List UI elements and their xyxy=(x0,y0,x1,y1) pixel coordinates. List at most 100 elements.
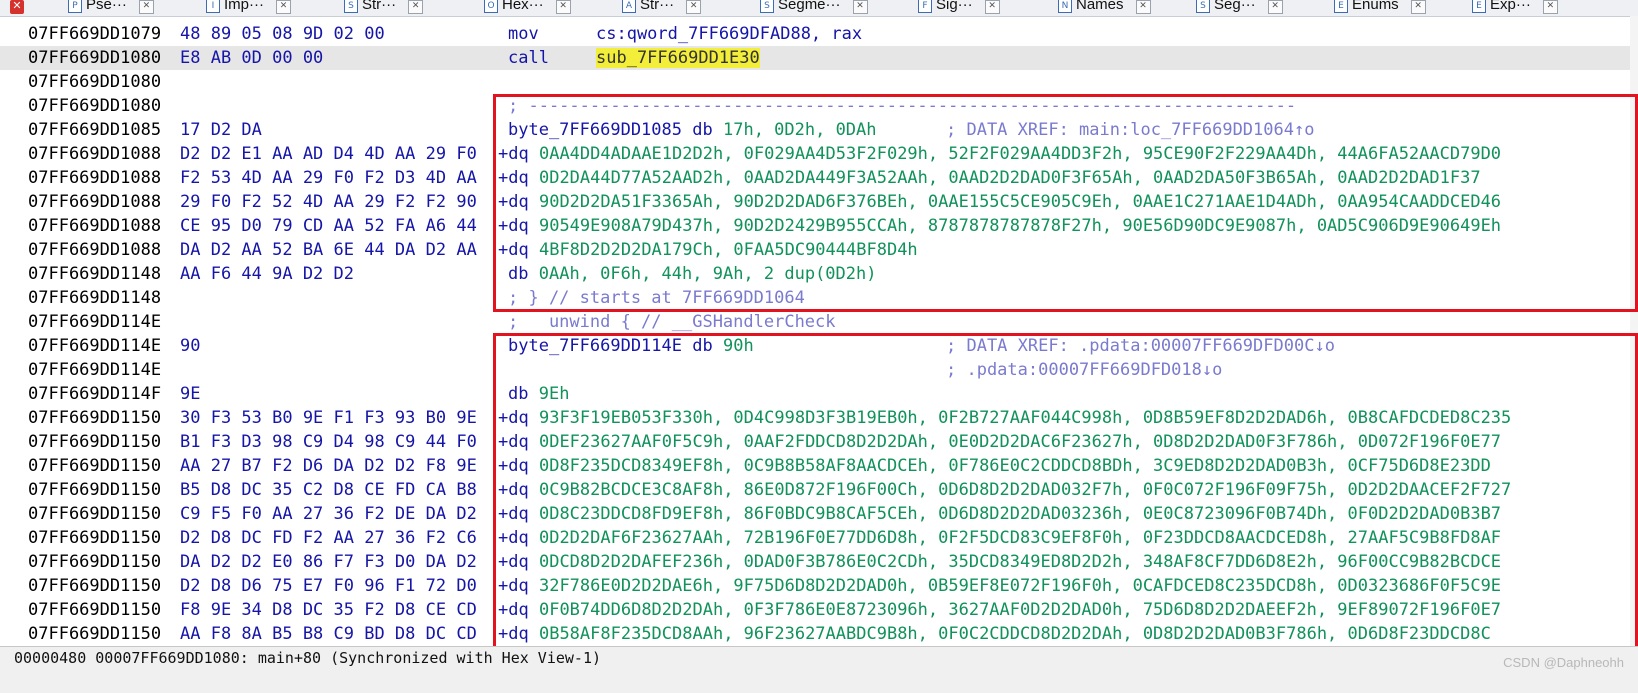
tab-close-icon[interactable]: ✕ xyxy=(555,0,571,14)
tab-label: Seg··· xyxy=(1214,0,1256,13)
tab-icon: E xyxy=(1334,0,1348,13)
listing-row[interactable]: 07FF669DD1148 ; } // starts at 7FF669DD10… xyxy=(0,286,1638,310)
listing-row[interactable]: 07FF669DD1088 CE 95 D0 79 CD AA 52 FA A6 … xyxy=(0,214,1638,238)
tab-label: Enums xyxy=(1352,0,1399,13)
opcode-bytes: DA D2 D2 E0 86 F7 F3 D0 DA D2 xyxy=(180,552,477,572)
listing-row[interactable]: 07FF669DD1150 DA D2 D2 E0 86 F7 F3 D0 DA … xyxy=(0,550,1638,574)
address[interactable]: 07FF669DD1079 xyxy=(28,22,161,46)
tab-4[interactable]: A Str··· ✕ xyxy=(622,0,702,16)
tab-close-icon[interactable]: ✕ xyxy=(276,0,291,14)
address[interactable]: 07FF669DD1088 xyxy=(28,190,161,214)
operands[interactable]: cs:qword_7FF669DFAD88, rax xyxy=(596,22,862,46)
listing-row[interactable]: 07FF669DD1150 B5 D8 DC 35 C2 D8 CE FD CA … xyxy=(0,478,1638,502)
listing-row[interactable]: 07FF669DD114E ; .pdata:00007FF669DFD018↓o xyxy=(0,358,1638,382)
address[interactable]: 07FF669DD1150 xyxy=(28,598,161,622)
highlighted-operand[interactable]: sub_7FF669DD1E30 xyxy=(596,48,760,68)
listing-row[interactable]: 07FF669DD114F 9E db 9Eh xyxy=(0,382,1638,406)
address[interactable]: 07FF669DD114E xyxy=(28,358,161,382)
address[interactable]: 07FF669DD1085 xyxy=(28,118,161,142)
operands[interactable]: sub_7FF669DD1E30 xyxy=(596,46,760,70)
tab-close-icon[interactable]: ✕ xyxy=(1410,0,1426,14)
listing-row[interactable]: 07FF669DD1080 xyxy=(0,70,1638,94)
listing-row[interactable]: 07FF669DD1150 D2 D8 D6 75 E7 F0 96 F1 72 … xyxy=(0,574,1638,598)
address[interactable]: 07FF669DD114F xyxy=(28,382,161,406)
tab-10[interactable]: E Exp··· ✕ xyxy=(1472,0,1558,16)
disassembly-view[interactable]: 07FF669DD1079 48 89 05 08 9D 02 00 mov cs:q… xyxy=(0,16,1638,646)
xref-comment[interactable]: ; DATA XREF: .pdata:00007FF669DFD00C↓o xyxy=(946,334,1335,358)
address[interactable]: 07FF669DD1088 xyxy=(28,166,161,190)
address[interactable]: 07FF669DD1080 xyxy=(28,94,161,118)
data-label[interactable]: byte_7FF669DD114E xyxy=(508,336,682,356)
listing-row[interactable]: 07FF669DD1080 ; -------------------------… xyxy=(0,94,1638,118)
tab-2[interactable]: S Str··· ✕ xyxy=(344,0,424,16)
data-directive: db xyxy=(508,264,529,284)
tab-9[interactable]: E Enums ✕ xyxy=(1334,0,1426,16)
address[interactable]: 07FF669DD1150 xyxy=(28,478,161,502)
address[interactable]: 07FF669DD114E xyxy=(28,310,161,334)
tab-close-icon[interactable]: ✕ xyxy=(1267,0,1283,14)
listing-row[interactable]: 07FF669DD1088 29 F0 F2 52 4D AA 29 F2 F2 … xyxy=(0,190,1638,214)
address[interactable]: 07FF669DD1148 xyxy=(28,286,161,310)
address[interactable]: 07FF669DD1150 xyxy=(28,526,161,550)
data-directive: +dq xyxy=(498,240,529,260)
data-directive: +dq xyxy=(498,504,529,524)
opcode-bytes: 17 D2 DA xyxy=(180,120,262,140)
address[interactable]: 07FF669DD1088 xyxy=(28,238,161,262)
listing-row[interactable]: 07FF669DD1088 F2 53 4D AA 29 F0 F2 D3 4D … xyxy=(0,166,1638,190)
vertical-scrollbar[interactable] xyxy=(1630,16,1638,646)
operand-text[interactable]: cs:qword_7FF669DFAD88, rax xyxy=(596,24,862,44)
listing-row[interactable]: 07FF669DD1079 48 89 05 08 9D 02 00 mov cs:q… xyxy=(0,22,1638,46)
listing-row[interactable]: 07FF669DD1150 30 F3 53 B0 9E F1 F3 93 B0 … xyxy=(0,406,1638,430)
listing-row[interactable]: 07FF669DD114E 90 byte_7FF669DD114E db 90h;… xyxy=(0,334,1638,358)
tab-close-icon[interactable]: ✕ xyxy=(686,0,702,14)
address[interactable]: 07FF669DD1080 xyxy=(28,46,161,70)
tab-close-icon[interactable]: ✕ xyxy=(138,0,154,14)
listing-row[interactable]: 07FF669DD1150 C9 F5 F0 AA 27 36 F2 DE DA … xyxy=(0,502,1638,526)
tab-5[interactable]: S Segme··· ✕ xyxy=(760,0,868,16)
tab-close-icon[interactable]: ✕ xyxy=(1542,0,1558,14)
listing-row[interactable]: 07FF669DD1150 AA 27 B7 F2 D6 DA D2 D2 F8 … xyxy=(0,454,1638,478)
tab-close-icon[interactable]: ✕ xyxy=(984,0,1000,14)
tab-1[interactable]: I Imp··· ✕ xyxy=(206,0,291,16)
listing-row[interactable]: 07FF669DD1150 F8 9E 34 D8 DC 35 F2 D8 CE … xyxy=(0,598,1638,622)
tab-8[interactable]: S Seg··· ✕ xyxy=(1196,0,1283,16)
close-icon[interactable]: ✕ xyxy=(10,0,24,14)
listing-row[interactable]: 07FF669DD1088 D2 D2 E1 AA AD D4 4D AA 29 … xyxy=(0,142,1638,166)
address[interactable]: 07FF669DD1088 xyxy=(28,142,161,166)
address[interactable]: 07FF669DD1150 xyxy=(28,430,161,454)
data-values: 0F0B74DD6D8D2D2DAh, 0F3F786E0E8723096h, … xyxy=(538,600,1502,620)
address[interactable]: 07FF669DD1150 xyxy=(28,502,161,526)
xref-comment[interactable]: ; DATA XREF: main:loc_7FF669DD1064↑o xyxy=(946,118,1314,142)
address[interactable]: 07FF669DD1088 xyxy=(28,214,161,238)
tab-6[interactable]: F Sig··· ✕ xyxy=(918,0,1000,16)
listing-row[interactable]: 07FF669DD1080 E8 AB 0D 00 00 call sub_7FF66… xyxy=(0,46,1638,70)
data-label[interactable]: byte_7FF669DD1085 xyxy=(508,120,682,140)
address[interactable]: 07FF669DD1150 xyxy=(28,406,161,430)
listing-row[interactable]: 07FF669DD1088 DA D2 AA 52 BA 6E 44 DA D2 … xyxy=(0,238,1638,262)
address[interactable]: 07FF669DD1150 xyxy=(28,454,161,478)
listing-row[interactable]: 07FF669DD1150 D2 D8 DC FD F2 AA 27 36 F2 … xyxy=(0,526,1638,550)
xref-comment[interactable]: ; .pdata:00007FF669DFD018↓o xyxy=(946,358,1222,382)
data-directive: db xyxy=(692,336,713,356)
listing-row[interactable]: 07FF669DD1150 B1 F3 D3 98 C9 D4 98 C9 44 … xyxy=(0,430,1638,454)
tab-3[interactable]: O Hex··· ✕ xyxy=(484,0,571,16)
tab-close-icon[interactable]: ✕ xyxy=(408,0,424,14)
address[interactable]: 07FF669DD1080 xyxy=(28,70,161,94)
data-definition: +dq 0DEF23627AAF0F5C9h, 0AAF2FDDCD8D2D2D… xyxy=(498,430,1501,454)
listing-row[interactable]: 07FF669DD114E ; unwind { // __GSHandlerCh… xyxy=(0,310,1638,334)
address[interactable]: 07FF669DD1150 xyxy=(28,574,161,598)
tab-0[interactable]: P Pse··· ✕ xyxy=(68,0,154,16)
data-values: 4BF8D2D2D2DA179Ch, 0FAA5DC90444BF8D4h xyxy=(538,240,918,260)
address[interactable]: 07FF669DD114E xyxy=(28,334,161,358)
listing-row[interactable]: 07FF669DD1150 AA F8 8A B5 B8 C9 BD D8 DC … xyxy=(0,622,1638,646)
address[interactable]: 07FF669DD1148 xyxy=(28,262,161,286)
listing-row[interactable]: 07FF669DD1085 17 D2 DA byte_7FF669DD1085 d… xyxy=(0,118,1638,142)
tab-close-icon[interactable]: ✕ xyxy=(1135,0,1151,14)
opcode-bytes: 9E xyxy=(180,384,201,404)
listing-row[interactable]: 07FF669DD1148 AA F6 44 9A D2 D2 db 0AAh, 0… xyxy=(0,262,1638,286)
address[interactable]: 07FF669DD1150 xyxy=(28,550,161,574)
tab-close-icon[interactable]: ✕ xyxy=(852,0,868,14)
address[interactable]: 07FF669DD1150 xyxy=(28,622,161,646)
tab-7[interactable]: N Names ✕ xyxy=(1058,0,1151,16)
watermark: CSDN @Daphneohh xyxy=(1503,655,1624,670)
